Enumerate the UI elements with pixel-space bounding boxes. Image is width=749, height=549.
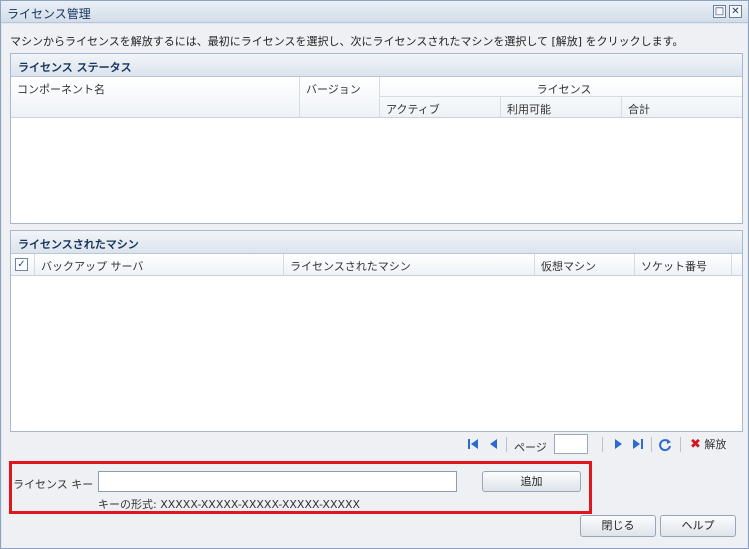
licensed-machines-panel: ライセンスされたマシン ✓ バックアップ サーバ ライセンスされたマシン 仮想マ… (10, 230, 743, 432)
last-page-icon[interactable] (632, 438, 644, 453)
column-licensed-machine[interactable]: ライセンスされたマシン (284, 254, 535, 275)
pager-toolbar: ページ ✖ 解放 (10, 432, 743, 458)
key-format-hint: キーの形式: XXXXX-XXXXX-XXXXX-XXXXX-XXXXX (98, 498, 361, 511)
license-key-input[interactable] (98, 471, 457, 492)
pager-separator (651, 437, 652, 452)
licensed-machines-grid-header: ✓ バックアップ サーバ ライセンスされたマシン 仮想マシン ソケット番号 (11, 254, 742, 276)
column-virtual-machine[interactable]: 仮想マシン (535, 254, 635, 275)
checkmark-icon: ✓ (17, 259, 26, 270)
column-version[interactable]: バージョン (300, 77, 380, 117)
license-key-label: ライセンス キー (13, 478, 94, 491)
release-button[interactable]: ✖ 解放 (690, 436, 726, 454)
column-total[interactable]: 合計 (622, 97, 742, 117)
licensed-machines-header: ライセンスされたマシン (11, 231, 742, 254)
release-label: 解放 (704, 438, 727, 451)
window-titlebar[interactable]: ライセンス管理 □ ✕ (1, 1, 748, 23)
next-page-icon[interactable] (612, 438, 624, 453)
page-number-input[interactable] (554, 434, 588, 454)
restore-window-button[interactable]: □ (713, 5, 726, 18)
column-active[interactable]: アクティブ (380, 97, 501, 117)
license-status-grid-body[interactable] (11, 118, 742, 223)
close-button[interactable]: 閉じる (580, 515, 656, 537)
column-socket-count[interactable]: ソケット番号 (635, 254, 732, 275)
instruction-text: マシンからライセンスを解放するには、最初にライセンスを選択し、次にライセンスされ… (10, 35, 684, 48)
licensed-machines-grid-body[interactable] (11, 276, 742, 431)
license-status-panel: ライセンス ステータス コンポーネント名 バージョン ライセンス アクティブ 利… (10, 53, 743, 224)
select-all-checkbox[interactable]: ✓ (15, 258, 28, 271)
window-title: ライセンス管理 (7, 7, 91, 21)
dialog-content: マシンからライセンスを解放するには、最初にライセンスを選択し、次にライセンスされ… (2, 24, 747, 548)
add-button[interactable]: 追加 (482, 471, 581, 492)
close-window-button[interactable]: ✕ (729, 5, 742, 18)
page-label: ページ (514, 441, 547, 454)
pager-separator (680, 437, 681, 452)
license-status-grid-header: コンポーネント名 バージョン ライセンス アクティブ 利用可能 合計 (11, 77, 742, 118)
license-management-window: ライセンス管理 □ ✕ マシンからライセンスを解放するには、最初にライセンスを選… (0, 0, 749, 549)
pager-separator (602, 437, 603, 452)
refresh-icon[interactable] (658, 438, 672, 455)
column-group-license: ライセンス (380, 77, 742, 97)
prev-page-icon[interactable] (488, 438, 500, 453)
pager-separator (506, 437, 507, 452)
license-status-header: ライセンス ステータス (11, 54, 742, 77)
first-page-icon[interactable] (467, 438, 479, 453)
license-key-section: ライセンス キー キーの形式: XXXXX-XXXXX-XXXXX-XXXXX-… (9, 461, 592, 514)
release-x-icon: ✖ (690, 437, 701, 452)
column-backup-server[interactable]: バックアップ サーバ (35, 254, 284, 275)
column-component-name[interactable]: コンポーネント名 (11, 77, 300, 117)
select-all-cell: ✓ (11, 254, 35, 275)
column-available[interactable]: 利用可能 (501, 97, 622, 117)
help-button[interactable]: ヘルプ (660, 515, 736, 537)
